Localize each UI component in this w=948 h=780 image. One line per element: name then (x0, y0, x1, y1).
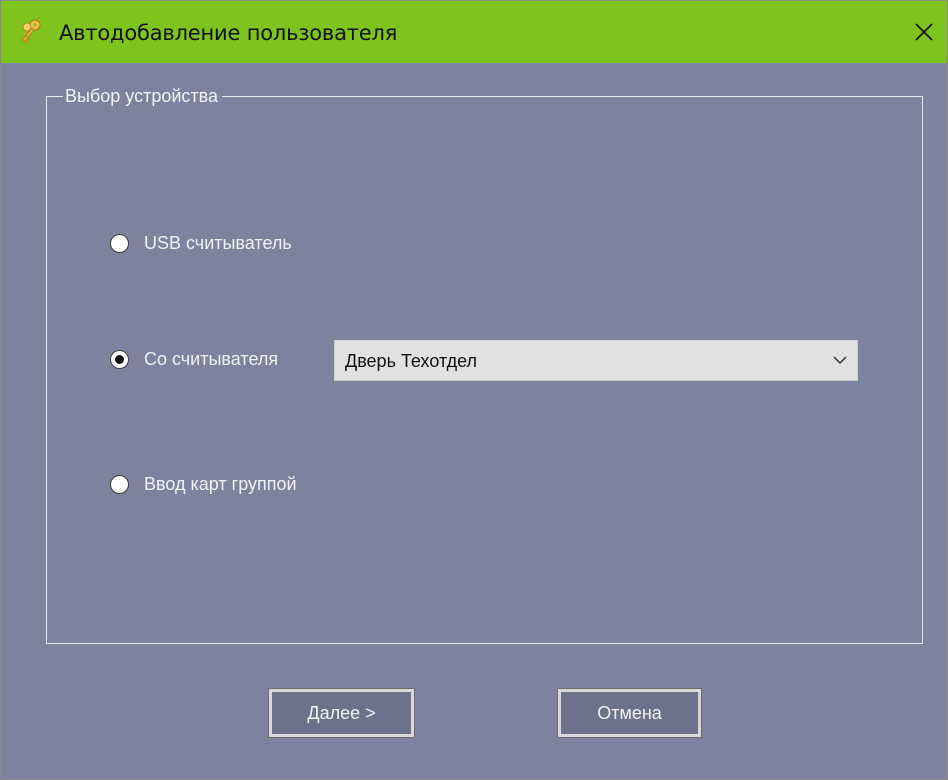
reader-select[interactable]: Дверь Техотдел (334, 340, 858, 381)
radio-label-from-reader: Со считывателя (144, 349, 279, 369)
radio-from-reader[interactable]: Со считывателя (110, 349, 278, 370)
groupbox-legend: Выбор устройства (63, 86, 223, 106)
next-button[interactable]: Далее > (268, 688, 415, 738)
close-icon (915, 23, 933, 41)
radio-group-cards[interactable]: Ввод карт группой (110, 474, 297, 495)
window-title: Автодобавление пользователя (59, 21, 398, 45)
cancel-button[interactable]: Отмена (557, 688, 702, 738)
chevron-down-icon[interactable] (831, 353, 849, 367)
reader-select-value: Дверь Техотдел (345, 351, 478, 371)
radio-label-group-cards: Ввод карт группой (144, 474, 297, 494)
radio-usb-reader[interactable]: USB считыватель (110, 233, 292, 254)
radio-button[interactable] (110, 234, 129, 253)
radio-button[interactable] (110, 475, 129, 494)
close-button[interactable] (901, 1, 947, 63)
title-bar[interactable]: Автодобавление пользователя (1, 1, 947, 63)
radio-label-usb: USB считыватель (144, 233, 292, 253)
key-icon (21, 19, 41, 43)
radio-button-checked[interactable] (110, 350, 129, 369)
dialog-window: Автодобавление пользователя Выбор устрой… (0, 0, 948, 780)
